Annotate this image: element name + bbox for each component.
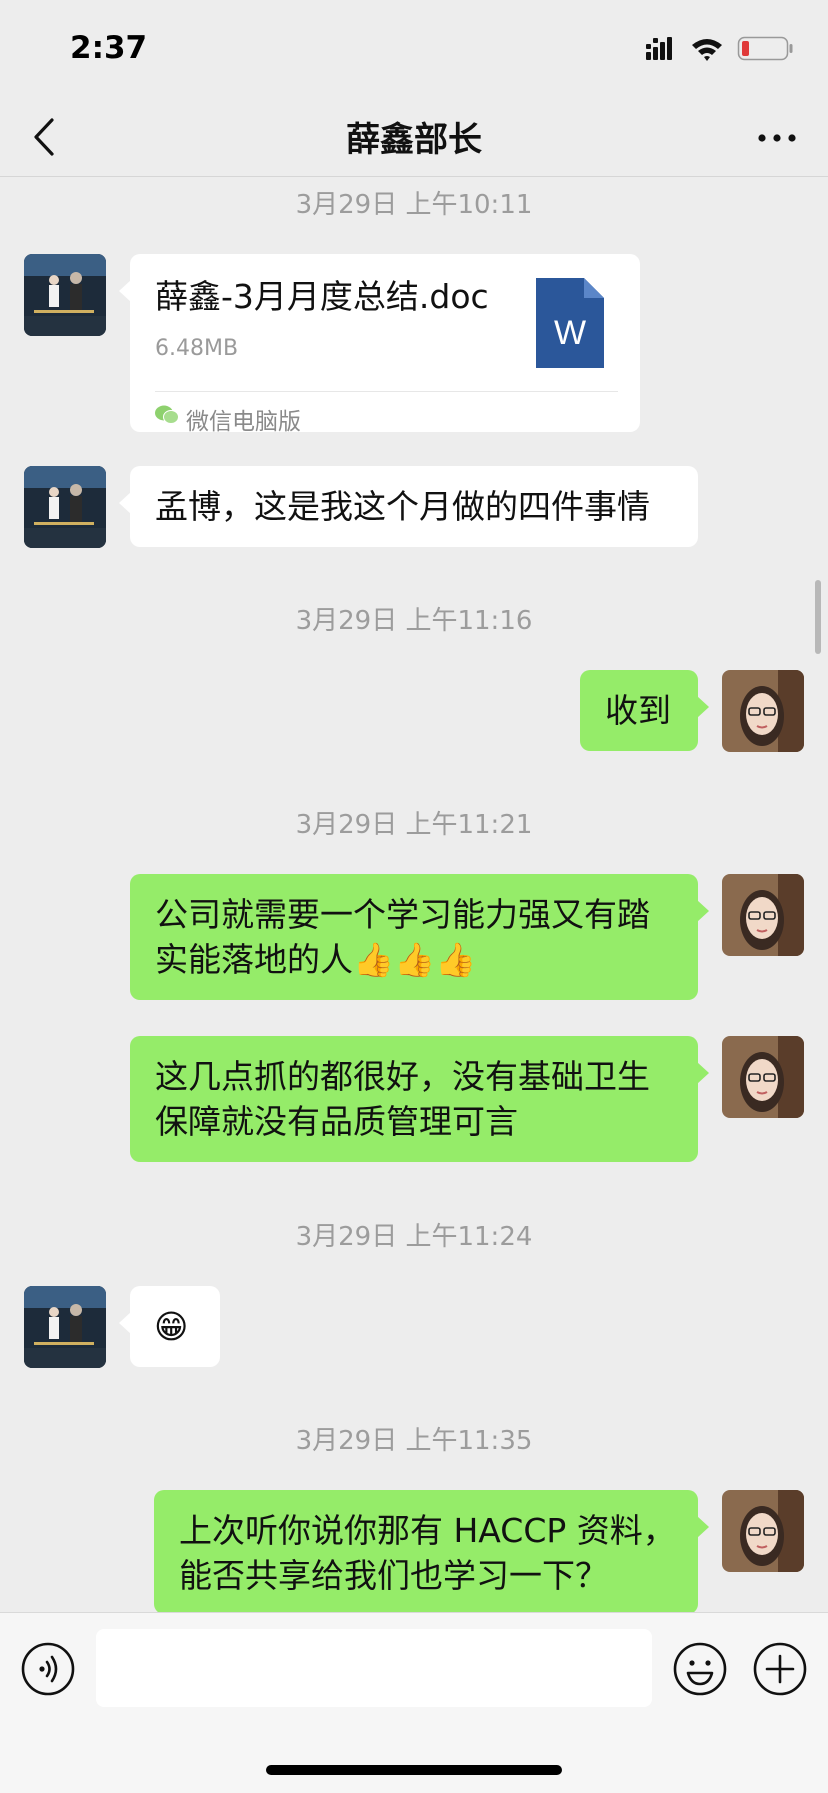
message-bubble[interactable]: 公司就需要一个学习能力强又有踏实能落地的人👍👍👍 [130, 874, 709, 1000]
message-input[interactable] [96, 1629, 652, 1707]
home-indicator[interactable] [266, 1765, 562, 1775]
emoji-grin: 😁 [154, 1307, 189, 1346]
file-message[interactable]: 薛鑫-3月月度总结.doc 6.48MB W 微信电脑版 [119, 254, 640, 435]
timestamp: 3月29日 上午11:21 [295, 810, 533, 840]
timestamp: 3月29日 上午11:35 [295, 1426, 533, 1456]
voice-icon[interactable] [20, 1641, 76, 1697]
my-avatar[interactable] [722, 1490, 804, 1572]
battery-icon [737, 36, 793, 61]
status-time: 2:37 [70, 30, 148, 66]
signal-icon [646, 37, 672, 60]
timestamp: 3月29日 上午10:11 [295, 190, 533, 220]
word-doc-icon: W [536, 278, 604, 368]
wifi-icon [692, 39, 722, 61]
file-size: 6.48MB [155, 336, 239, 361]
message-text: 孟博，这是我这个月做的四件事情 [155, 487, 650, 526]
message-text: 这几点抓的都很好，没有基础卫生保障就没有品质管理可言 [155, 1057, 650, 1141]
timestamp: 3月29日 上午11:16 [295, 606, 533, 636]
message-text: 上次听你说你那有 HACCP 资料，能否共享给我们也学习一下？ [179, 1511, 676, 1595]
contact-avatar[interactable] [24, 1286, 106, 1368]
input-bar [0, 1612, 828, 1793]
bubble-tail [119, 280, 131, 302]
wechat-icon [155, 405, 179, 424]
scrollbar[interactable] [815, 580, 821, 654]
emoji-message[interactable]: 😁 [119, 1286, 220, 1367]
emoji-icon[interactable] [672, 1641, 728, 1697]
doc-letter: W [554, 314, 586, 352]
message-bubble[interactable]: 这几点抓的都很好，没有基础卫生保障就没有品质管理可言 [130, 1036, 709, 1162]
my-avatar[interactable] [722, 874, 804, 956]
chat-title: 薛鑫部长 [346, 120, 482, 160]
file-source: 微信电脑版 [186, 409, 301, 435]
message-bubble[interactable]: 孟博，这是我这个月做的四件事情 [119, 466, 698, 547]
message-bubble[interactable]: 收到 [580, 670, 709, 751]
message-bubble[interactable]: 上次听你说你那有 HACCP 资料，能否共享给我们也学习一下？ [154, 1490, 709, 1614]
chat-header: 薛鑫部长 [0, 100, 828, 177]
my-avatar[interactable] [722, 670, 804, 752]
more-icon[interactable] [750, 118, 804, 158]
message-text: 收到 [605, 691, 671, 730]
contact-avatar[interactable] [24, 466, 106, 548]
contact-avatar[interactable] [24, 254, 106, 336]
file-name: 薛鑫-3月月度总结.doc [155, 277, 489, 316]
message-text: 公司就需要一个学习能力强又有踏实能落地的人👍👍👍 [155, 895, 650, 979]
timestamp: 3月29日 上午11:24 [295, 1222, 533, 1252]
my-avatar[interactable] [722, 1036, 804, 1118]
add-icon[interactable] [752, 1641, 808, 1697]
divider [155, 391, 618, 392]
status-icons [646, 36, 793, 61]
status-bar: 2:37 [0, 0, 828, 100]
